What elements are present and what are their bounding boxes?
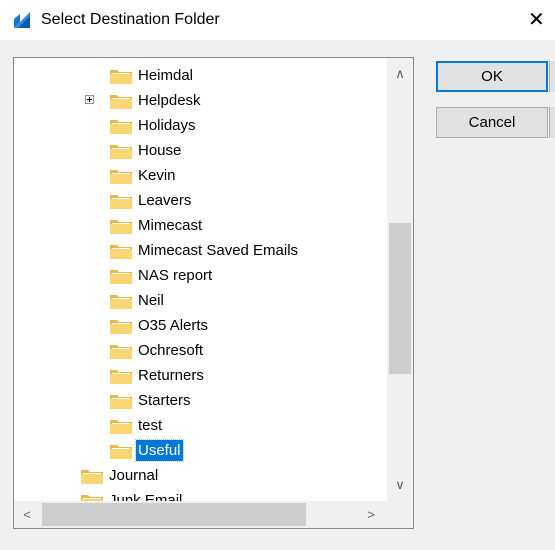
tree-item[interactable]: Leavers xyxy=(14,188,387,213)
tree-item-label: Helpdesk xyxy=(138,92,201,109)
tree-item[interactable]: O35 Alerts xyxy=(14,313,387,338)
folder-icon xyxy=(110,70,132,84)
horizontal-scroll-thumb[interactable] xyxy=(42,503,306,526)
scroll-left-icon[interactable]: < xyxy=(14,501,40,528)
partial-button-edge xyxy=(549,107,555,138)
scroll-up-icon[interactable]: ∧ xyxy=(387,60,413,88)
tree-item[interactable]: Mimecast xyxy=(14,213,387,238)
folder-tree[interactable]: Heimdal Helpdesk Holidays House Kevin Leavers… xyxy=(14,58,387,501)
tree-item-label: Junk Email xyxy=(109,492,183,501)
tree-item-label: Mimecast Saved Emails xyxy=(138,242,299,259)
scrollbar-corner xyxy=(387,501,413,528)
tree-item-label: House xyxy=(138,142,182,159)
tree-item[interactable]: test xyxy=(14,413,387,438)
folder-icon xyxy=(110,120,132,134)
tree-item[interactable]: Neil xyxy=(14,288,387,313)
horizontal-scrollbar[interactable]: < > xyxy=(14,501,387,528)
cancel-button[interactable]: Cancel xyxy=(436,107,548,138)
tree-item-label: test xyxy=(138,417,163,434)
tree-item-label: Ochresoft xyxy=(138,342,204,359)
folder-icon xyxy=(110,220,132,234)
folder-icon xyxy=(110,295,132,309)
folder-icon xyxy=(81,470,103,484)
tree-item[interactable]: Ochresoft xyxy=(14,338,387,363)
folder-icon xyxy=(110,345,132,359)
tree-item-label: Heimdal xyxy=(138,67,194,84)
folder-icon xyxy=(110,395,132,409)
tree-item-label: Holidays xyxy=(138,117,196,134)
vertical-scroll-thumb[interactable] xyxy=(389,223,411,374)
close-icon[interactable]: ✕ xyxy=(528,6,555,34)
folder-icon xyxy=(81,495,103,501)
tree-item-label: Mimecast xyxy=(138,217,203,234)
tree-item-label: NAS report xyxy=(138,267,213,284)
app-icon xyxy=(12,10,32,30)
tree-item[interactable]: Useful xyxy=(14,438,387,463)
tree-item[interactable]: House xyxy=(14,138,387,163)
tree-item-label: Starters xyxy=(138,392,191,409)
tree-item[interactable]: Holidays xyxy=(14,113,387,138)
tree-item[interactable]: Helpdesk xyxy=(14,88,387,113)
scroll-down-icon[interactable]: ∨ xyxy=(387,471,413,499)
vertical-scrollbar[interactable]: ∧ ∨ xyxy=(387,58,413,501)
tree-item-label: Useful xyxy=(135,439,184,462)
window-title: Select Destination Folder xyxy=(41,11,220,28)
tree-item-label: Neil xyxy=(138,292,164,309)
expand-icon[interactable] xyxy=(85,95,94,104)
folder-icon xyxy=(110,95,132,109)
tree-item[interactable]: Returners xyxy=(14,363,387,388)
title-bar: Select Destination Folder ✕ xyxy=(0,0,555,40)
tree-item[interactable]: Starters xyxy=(14,388,387,413)
folder-icon xyxy=(110,270,132,284)
tree-item[interactable]: Journal xyxy=(14,463,387,488)
folder-icon xyxy=(110,420,132,434)
tree-item[interactable]: Junk Email xyxy=(14,488,387,501)
tree-item-label: O35 Alerts xyxy=(138,317,209,334)
tree-item-label: Journal xyxy=(109,467,159,484)
tree-item[interactable]: Heimdal xyxy=(14,63,387,88)
folder-icon xyxy=(110,195,132,209)
tree-item[interactable]: Mimecast Saved Emails xyxy=(14,238,387,263)
tree-item-label: Returners xyxy=(138,367,204,384)
folder-icon xyxy=(110,170,132,184)
folder-icon xyxy=(110,245,132,259)
ok-button[interactable]: OK xyxy=(436,61,548,92)
partial-button-edge xyxy=(549,61,555,92)
folder-icon xyxy=(110,320,132,334)
tree-item-label: Leavers xyxy=(138,192,192,209)
tree-item[interactable]: Kevin xyxy=(14,163,387,188)
folder-icon xyxy=(110,445,132,459)
tree-item-label: Kevin xyxy=(138,167,176,184)
folder-icon xyxy=(110,145,132,159)
folder-icon xyxy=(110,370,132,384)
folder-tree-panel: Heimdal Helpdesk Holidays House Kevin Leavers… xyxy=(13,57,414,529)
tree-item[interactable]: NAS report xyxy=(14,263,387,288)
scroll-right-icon[interactable]: > xyxy=(358,501,384,528)
